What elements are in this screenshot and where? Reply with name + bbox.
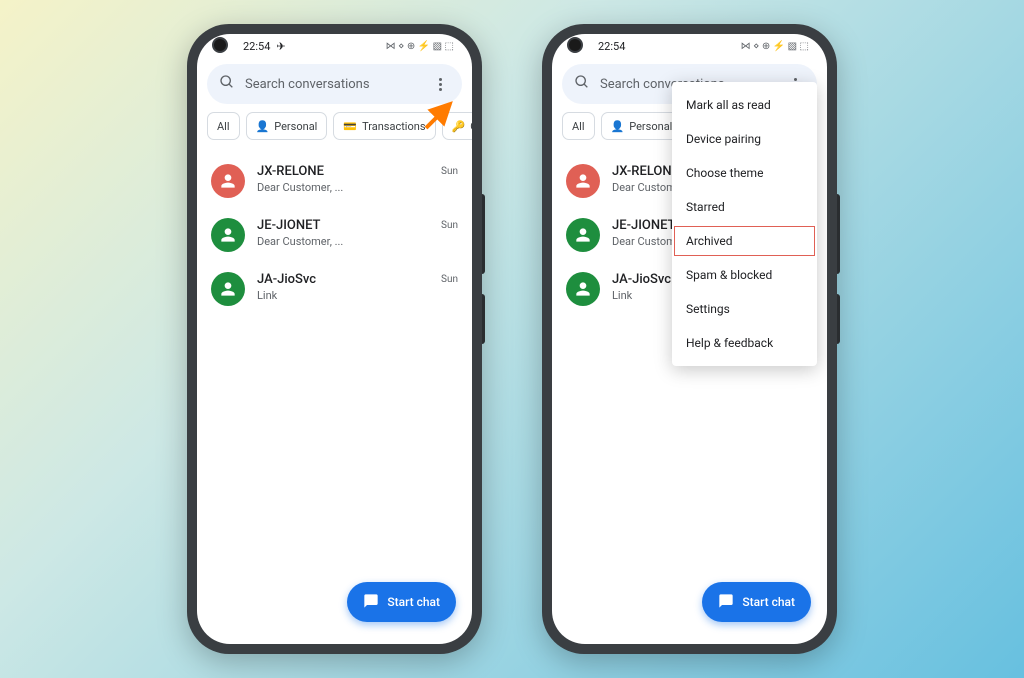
search-placeholder: Search conversations (245, 77, 370, 92)
search-icon (574, 74, 590, 94)
fab-label: Start chat (387, 595, 440, 609)
menu-settings[interactable]: Settings (672, 292, 817, 326)
phone-left: 22:54 ✈ ⋈ ⋄ ⊕ ⚡ ▧ ⬚ Search conversations… (187, 24, 482, 654)
avatar (566, 218, 600, 252)
overflow-menu-button[interactable] (430, 78, 450, 91)
start-chat-button[interactable]: Start chat (702, 582, 811, 622)
conversation-preview: Link (257, 289, 429, 302)
telegram-icon: ✈ (276, 40, 285, 53)
conversation-name: JE-JIONET (257, 218, 429, 233)
conversation-list[interactable]: JX-RELONE Dear Customer, ... Sun JE-JION… (197, 150, 472, 644)
search-bar[interactable]: Search conversations (207, 64, 462, 104)
conversation-time: Sun (441, 220, 458, 231)
volume-button[interactable] (482, 194, 485, 274)
filter-chips: All 👤Personal 💳Transactions 🔑OTPs (197, 112, 472, 150)
screen: 22:54 ✈ ⋈ ⋄ ⊕ ⚡ ▧ ⬚ Search conversations… (197, 34, 472, 644)
conversation-preview: Dear Customer, ... (257, 181, 429, 194)
avatar (211, 218, 245, 252)
status-indicators: ⋈ ⋄ ⊕ ⚡ ▧ ⬚ (386, 41, 454, 52)
status-bar: 22:54 ⋈ ⋄ ⊕ ⚡ ▧ ⬚ (552, 34, 827, 58)
card-icon: 💳 (343, 120, 357, 133)
conversation-time: Sun (441, 274, 458, 285)
chip-all[interactable]: All (207, 112, 240, 140)
conversation-item[interactable]: JA-JioSvc Link Sun (211, 262, 458, 316)
menu-help-feedback[interactable]: Help & feedback (672, 326, 817, 360)
avatar (211, 272, 245, 306)
person-icon: 👤 (611, 120, 625, 133)
menu-spam-blocked[interactable]: Spam & blocked (672, 258, 817, 292)
menu-starred[interactable]: Starred (672, 190, 817, 224)
chip-otps[interactable]: 🔑OTPs (442, 112, 472, 140)
menu-choose-theme[interactable]: Choose theme (672, 156, 817, 190)
search-icon (219, 74, 235, 94)
chip-personal[interactable]: 👤Personal (246, 112, 328, 140)
avatar (566, 164, 600, 198)
power-button[interactable] (482, 294, 485, 344)
conversation-preview: Dear Customer, ... (257, 235, 429, 248)
conversation-time: Sun (441, 166, 458, 177)
chat-icon (363, 593, 379, 612)
chip-all[interactable]: All (562, 112, 595, 140)
person-icon: 👤 (256, 120, 270, 133)
volume-button[interactable] (837, 194, 840, 274)
phone-right: 22:54 ⋈ ⋄ ⊕ ⚡ ▧ ⬚ Search conversations A… (542, 24, 837, 654)
chat-icon (718, 593, 734, 612)
menu-mark-all-read[interactable]: Mark all as read (672, 88, 817, 122)
menu-device-pairing[interactable]: Device pairing (672, 122, 817, 156)
power-button[interactable] (837, 294, 840, 344)
conversation-item[interactable]: JE-JIONET Dear Customer, ... Sun (211, 208, 458, 262)
status-time: 22:54 (243, 40, 270, 53)
avatar (211, 164, 245, 198)
key-icon: 🔑 (452, 120, 466, 133)
status-indicators: ⋈ ⋄ ⊕ ⚡ ▧ ⬚ (741, 41, 809, 52)
conversation-name: JA-JioSvc (257, 272, 429, 287)
conversation-item[interactable]: JX-RELONE Dear Customer, ... Sun (211, 154, 458, 208)
conversation-name: JX-RELONE (257, 164, 429, 179)
chip-personal[interactable]: 👤Personal (601, 112, 683, 140)
status-bar: 22:54 ✈ ⋈ ⋄ ⊕ ⚡ ▧ ⬚ (197, 34, 472, 58)
avatar (566, 272, 600, 306)
chip-transactions[interactable]: 💳Transactions (333, 112, 435, 140)
menu-archived[interactable]: Archived (672, 224, 817, 258)
fab-label: Start chat (742, 595, 795, 609)
start-chat-button[interactable]: Start chat (347, 582, 456, 622)
status-time: 22:54 (598, 40, 625, 53)
overflow-menu: Mark all as read Device pairing Choose t… (672, 82, 817, 366)
screen: 22:54 ⋈ ⋄ ⊕ ⚡ ▧ ⬚ Search conversations A… (552, 34, 827, 644)
